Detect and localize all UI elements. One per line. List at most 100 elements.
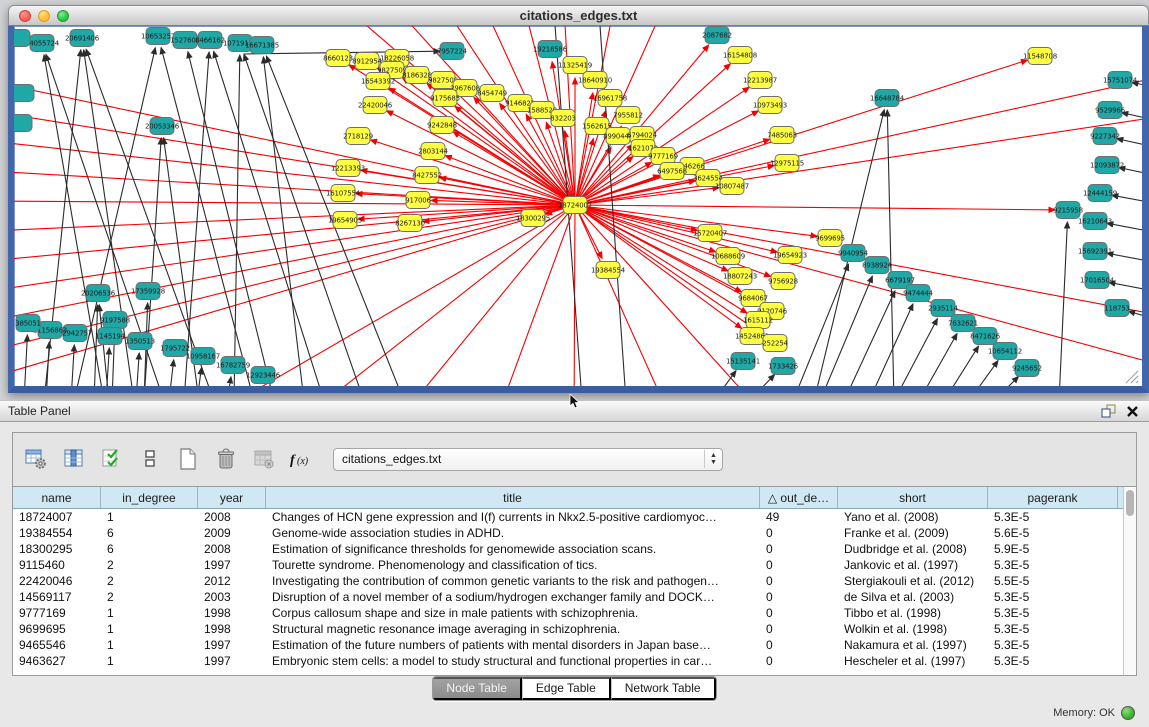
graph-node[interactable]: 7485063 [767,127,797,144]
graph-node[interactable]: 9242848 [427,117,457,134]
graph-node[interactable]: 20206536 [81,285,116,302]
graph-node[interactable]: 11548708 [1023,48,1057,65]
graph-node[interactable] [14,115,32,132]
graph-node[interactable]: 16671385 [245,37,279,54]
table-row[interactable]: 1872400712008Changes of HCN gene express… [13,509,1123,525]
graph-node[interactable]: 15751074 [1103,72,1138,89]
graph-node[interactable]: 16543392 [361,73,395,90]
graph-node[interactable]: 832203 [550,110,576,127]
table-row[interactable]: 969969511998Structural magnetic resonanc… [13,621,1123,637]
graph-node[interactable]: 10807487 [715,178,749,195]
graph-node[interactable]: 12923446 [246,367,281,384]
graph-node[interactable] [14,30,30,47]
graph-node[interactable]: 118753 [1104,300,1130,317]
graph-node[interactable]: 15135141 [726,353,760,370]
graph-node[interactable]: 12975115 [770,155,804,172]
graph-node[interactable]: 19384554 [591,262,626,279]
graph-node[interactable]: 19654923 [773,247,807,264]
graph-node[interactable]: 10973493 [753,97,787,114]
graph-node[interactable]: 7957224 [437,43,468,60]
citation-graph[interactable]: 18724007 8660123 8912954 18226058 982750… [14,26,1142,386]
graph-node[interactable]: 2935114 [928,300,959,317]
column-header-short[interactable]: short [838,487,988,508]
graph-node[interactable]: 8938924 [862,257,893,274]
column-header-pagerank[interactable]: pagerank [988,487,1118,508]
column-header-title[interactable]: title [266,487,760,508]
graph-node[interactable]: 8471626 [970,328,1001,345]
select-all-icon[interactable] [99,446,125,472]
table-row[interactable]: 946362711997Embryonic stem cells: a mode… [13,653,1123,669]
graph-node[interactable]: 16961758 [593,90,627,107]
graph-node[interactable]: 7632621 [948,315,978,332]
tab-node-table[interactable]: Node Table [433,677,522,700]
graph-node[interactable]: 7955812 [613,107,643,124]
graph-node[interactable]: 18807243 [723,268,757,285]
graph-node[interactable]: 10688609 [711,248,745,265]
graph-node[interactable]: 16210643 [1078,213,1112,230]
table-row[interactable]: 946554611997Estimation of the future num… [13,637,1123,653]
graph-node[interactable]: 9227342 [1090,128,1120,145]
memory-status-icon[interactable] [1121,706,1135,720]
graph-node[interactable]: 17016504 [1080,272,1115,289]
select-column-icon[interactable] [61,446,87,472]
graph-node[interactable]: 917006 [405,192,431,209]
graph-node[interactable]: 2087682 [702,27,732,44]
table-row[interactable]: 977716911998Corpus callosum shape and si… [13,605,1123,621]
tab-edge-table[interactable]: Edge Table [522,677,611,700]
graph-node[interactable]: 9756928 [768,273,798,290]
graph-node[interactable]: 19218586 [533,41,568,58]
table-scrollbar-thumb[interactable] [1126,490,1134,516]
close-panel-icon[interactable] [1123,403,1141,419]
column-header-in_degree[interactable]: in_degree [101,487,198,508]
graph-node[interactable]: 8466162 [195,32,225,49]
function-builder-icon[interactable]: f(x) [289,446,315,472]
column-header-out_de[interactable]: △ out_de… [760,487,838,508]
graph-node[interactable]: 15720407 [693,225,727,242]
graph-node[interactable]: 6497568 [657,163,687,180]
graph-node[interactable]: 17359928 [131,283,165,300]
graph-node[interactable]: 10654112 [988,343,1022,360]
graph-node[interactable]: 19654903 [328,212,362,229]
graph-node[interactable]: 252254 [762,335,788,352]
table-row[interactable]: 1830029562008Estimation of significance … [13,541,1123,557]
graph-node[interactable]: 16782759 [216,357,250,374]
graph-node[interactable]: 9777169 [648,148,678,165]
table-select-dropdown[interactable]: citations_edges.txt ▲▼ [333,448,723,471]
graph-node[interactable]: 1733426 [768,358,799,375]
table-row[interactable]: 1938455462009Genome-wide association stu… [13,525,1123,541]
column-header-year[interactable]: year [198,487,266,508]
graph-node[interactable]: 15692391 [1078,243,1112,260]
graph-node[interactable]: 11325419 [558,57,592,74]
table-settings-icon[interactable] [23,446,49,472]
graph-node[interactable]: 385051 [15,315,41,332]
window-titlebar[interactable]: citations_edges.txt [8,5,1149,26]
tab-network-table[interactable]: Network Table [611,677,716,700]
graph-node[interactable]: 18724007 [558,197,592,214]
graph-node[interactable]: 16107554 [326,185,361,202]
graph-node[interactable]: 8660123 [323,50,353,67]
graph-node[interactable]: 12213987 [743,72,777,89]
graph-node[interactable]: 9474444 [903,285,934,302]
delete-icon[interactable] [213,446,239,472]
graph-node[interactable]: 18300295 [516,210,550,227]
graph-node[interactable]: 2803144 [418,143,449,160]
graph-node[interactable]: 18640910 [578,72,612,89]
graph-node[interactable]: 9940954 [838,245,869,262]
graph-node[interactable]: 1145194 [95,328,126,345]
graph-node[interactable]: 8267130 [395,215,425,232]
graph-node[interactable]: 9215958 [1053,202,1083,219]
column-header-name[interactable]: name [13,487,101,508]
graph-node[interactable]: 1615112 [743,312,773,329]
graph-node[interactable]: 12093872 [1090,157,1124,174]
graph-node[interactable]: 9197588 [100,312,130,329]
table-row[interactable]: 2242004622012Investigating the contribut… [13,573,1123,589]
graph-node[interactable]: 16648784 [870,90,905,107]
graph-node[interactable] [14,85,34,102]
graph-node[interactable]: 9699695 [815,230,845,247]
graph-node[interactable]: 8427552 [412,167,442,184]
graph-node[interactable]: 12213393 [331,160,365,177]
resize-grip[interactable] [1123,368,1139,384]
graph-node[interactable]: 8454749 [477,85,507,102]
graph-node[interactable]: 12444159 [1083,185,1117,202]
graph-node[interactable]: 20691406 [65,30,100,47]
